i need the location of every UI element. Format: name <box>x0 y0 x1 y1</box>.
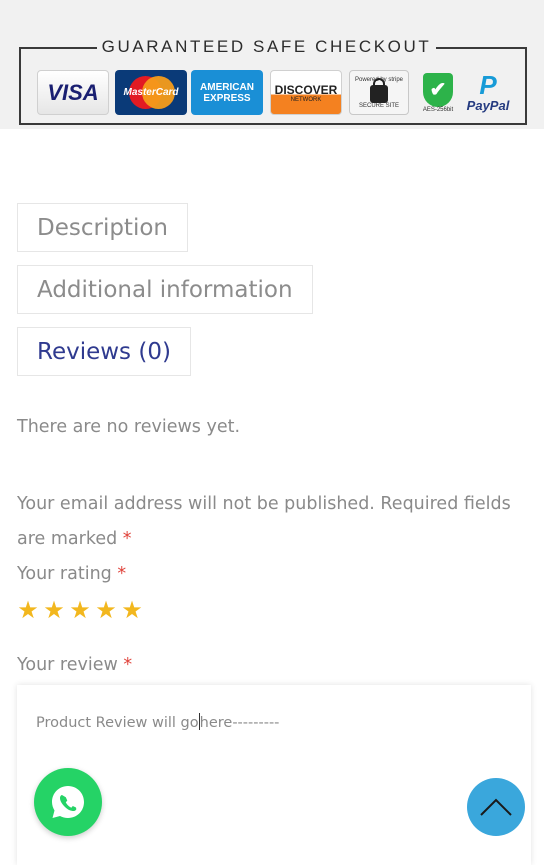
star-rating[interactable]: ★ ★ ★ ★ ★ <box>17 597 143 623</box>
mastercard-label: MasterCard <box>123 87 179 98</box>
amex-line-2: EXPRESS <box>203 92 251 104</box>
discover-sub: NETWORK <box>290 96 322 103</box>
aes-label: AES-256bit <box>422 106 454 113</box>
star-icon[interactable]: ★ <box>95 597 117 623</box>
review-text-before: Product Review will go <box>36 715 199 731</box>
review-label-text: Your review <box>17 655 118 675</box>
star-icon[interactable]: ★ <box>17 597 39 623</box>
no-reviews-text: There are no reviews yet. <box>17 417 241 437</box>
rating-label-text: Your rating <box>17 564 112 584</box>
star-icon[interactable]: ★ <box>121 597 143 623</box>
amex-logo: AMERICAN EXPRESS <box>191 70 263 115</box>
star-icon[interactable]: ★ <box>69 597 91 623</box>
tab-additional-information[interactable]: Additional information <box>17 265 313 314</box>
required-mark: * <box>122 529 132 549</box>
aes-shield-badge: ✔ AES-256bit <box>420 70 456 115</box>
review-label: Your review * <box>17 655 132 675</box>
stripe-secure-badge: Powered by stripe SECURE SITE <box>349 70 409 115</box>
review-textarea-value[interactable]: Product Review will gohere--------- <box>36 713 279 731</box>
email-notice-text: are marked <box>17 529 118 549</box>
star-icon[interactable]: ★ <box>43 597 65 623</box>
required-mark: * <box>117 564 127 584</box>
discover-logo: DISCOVER NETWORK <box>270 70 342 115</box>
whatsapp-icon <box>52 786 84 818</box>
review-text-after: here--------- <box>199 715 280 731</box>
rating-label: Your rating * <box>17 564 126 584</box>
review-textarea[interactable]: Product Review will gohere--------- <box>17 685 531 865</box>
paypal-label: PayPal <box>466 98 510 113</box>
discover-label: DISCOVER <box>274 82 338 97</box>
amex-line-1: AMERICAN <box>200 81 254 93</box>
whatsapp-button[interactable] <box>34 768 102 836</box>
visa-logo: VISA <box>37 70 109 115</box>
stripe-sub: SECURE SITE <box>358 102 399 109</box>
checkout-title: GUARANTEED SAFE CHECKOUT <box>101 37 432 56</box>
paypal-logo: P PayPal <box>460 70 516 115</box>
tab-description[interactable]: Description <box>17 203 188 252</box>
shield-check-icon: ✔ <box>423 72 453 107</box>
mastercard-logo: MasterCard <box>115 70 187 115</box>
required-mark: * <box>123 655 133 675</box>
scroll-to-top-button[interactable] <box>467 778 525 836</box>
email-notice-line-2: are marked * <box>17 529 132 549</box>
tab-reviews[interactable]: Reviews (0) <box>17 327 191 376</box>
paypal-p-icon: P <box>479 70 497 100</box>
email-notice-line-1: Your email address will not be published… <box>17 494 511 514</box>
lock-icon <box>370 77 388 103</box>
chevron-up-icon <box>480 798 512 816</box>
